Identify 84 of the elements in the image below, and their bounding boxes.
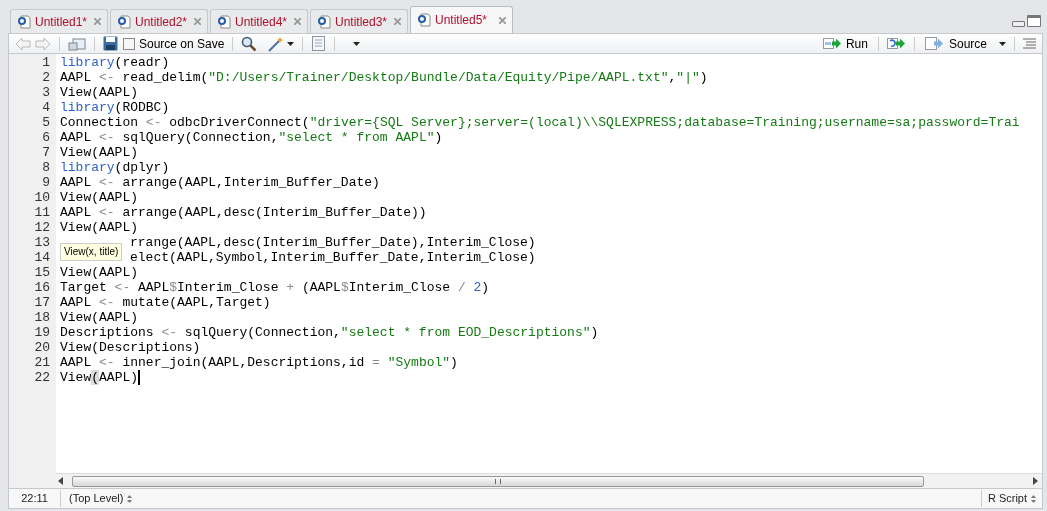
scroll-left-icon[interactable] — [56, 477, 66, 485]
save-icon[interactable] — [103, 36, 118, 51]
forward-arrow-icon[interactable] — [35, 36, 51, 51]
code-line: library(dplyr) — [60, 160, 170, 175]
line-number: 15 — [34, 265, 50, 280]
editor-tab[interactable]: Untitled3* — [310, 9, 408, 33]
code-line: AAPL <- sqlQuery(Connection,"select * from AAPL") — [60, 130, 443, 145]
close-icon[interactable] — [394, 18, 401, 25]
line-number: 21 — [34, 355, 50, 370]
run-button[interactable]: Run — [820, 34, 870, 53]
rerun-icon[interactable] — [886, 37, 906, 50]
code-line: AAPL <- read_delim("D:/Users/Trainer/Desktop/Bundle/Data/Equity/Pipe/AAPL.txt","|") — [60, 70, 708, 85]
outline-icon[interactable] — [1023, 38, 1036, 49]
close-icon[interactable] — [294, 18, 301, 25]
code-line: Connection <- odbcDriverConnect("driver={SQL Server};server=(local)\\SQLEXPRESS;database=Training;username=sa;password=Trai — [60, 115, 1020, 130]
code-line: View(AAPL) — [60, 145, 138, 160]
line-number: 1 — [42, 55, 50, 70]
code-line: library(RODBC) — [60, 100, 170, 115]
r-file-icon — [217, 14, 231, 29]
line-number: 6 — [42, 130, 50, 145]
line-number: 4 — [42, 100, 50, 115]
line-number: 16 — [34, 280, 50, 295]
tooltip: View(x, title) — [60, 243, 123, 261]
source-arrow-icon — [924, 37, 945, 50]
code-line: Target <- AAPL$Interim_Close + (AAPL$Interim_Close / 2) — [60, 280, 490, 295]
code-line: AAPL <- inner_join(AAPL,Descriptions,id = "Symbol") — [60, 355, 458, 370]
dropdown-caret-icon[interactable] — [999, 41, 1006, 46]
back-arrow-icon[interactable] — [15, 36, 31, 51]
line-number: 17 — [34, 295, 50, 310]
line-number: 10 — [34, 190, 50, 205]
code-line: View(AAPL) — [60, 370, 139, 385]
dropdown-caret-icon[interactable] — [353, 41, 361, 46]
line-number: 3 — [42, 85, 50, 100]
line-number: 5 — [42, 115, 50, 130]
line-number: 14 — [34, 250, 50, 265]
line-number: 13 — [34, 235, 50, 250]
editor-tab[interactable]: Untitled5* — [410, 6, 513, 33]
r-file-icon — [417, 13, 431, 27]
code-line: rrange(AAPL,desc(Interim_Buffer_Date),Interim_Close) — [130, 235, 536, 250]
run-arrow-icon — [822, 37, 842, 50]
minimize-icon[interactable] — [1012, 21, 1025, 27]
search-icon[interactable] — [241, 35, 258, 52]
editor-tab[interactable]: Untitled2* — [110, 9, 208, 33]
code-line: View(AAPL) — [60, 85, 138, 100]
scroll-right-icon[interactable] — [1030, 477, 1040, 485]
scrollbar-thumb[interactable] — [72, 475, 924, 487]
line-number: 8 — [42, 160, 50, 175]
code-line: View(Descriptions) — [60, 340, 201, 355]
code-line: Descriptions <- sqlQuery(Connection,"select * from EOD_Descriptions") — [60, 325, 599, 340]
window-icon[interactable] — [68, 36, 86, 51]
line-number: 2 — [42, 70, 50, 85]
line-number: 12 — [34, 220, 50, 235]
line-number: 9 — [42, 175, 50, 190]
code-line: View(AAPL) — [60, 265, 138, 280]
code-line: View(AAPL) — [60, 220, 138, 235]
editor-tab[interactable]: Untitled1* — [10, 9, 108, 33]
code-line: View(AAPL) — [60, 310, 138, 325]
r-file-icon — [317, 14, 331, 29]
line-number: 11 — [34, 205, 50, 220]
line-number: 7 — [42, 145, 50, 160]
close-icon[interactable] — [94, 18, 101, 25]
horizontal-scrollbar[interactable] — [56, 473, 1042, 488]
close-icon[interactable] — [194, 18, 201, 25]
code-line: AAPL <- arrange(AAPL,desc(Interim_Buffer_Date)) — [60, 205, 427, 220]
code-line: elect(AAPL,Symbol,Interim_Buffer_Date,Interim_Close) — [130, 250, 536, 265]
maximize-icon[interactable] — [1027, 15, 1041, 27]
editor-tab[interactable]: Untitled4* — [210, 9, 308, 33]
r-file-icon — [17, 14, 31, 29]
notebook-icon[interactable] — [311, 36, 327, 51]
source-button[interactable]: Source — [922, 34, 989, 53]
code-line: library(readr) — [60, 55, 170, 70]
line-number: 22 — [34, 370, 50, 385]
magic-wand-icon[interactable] — [267, 35, 285, 52]
checkbox-label[interactable]: Source on Save — [139, 34, 225, 53]
code-line: AAPL <- arrange(AAPL,Interim_Buffer_Date) — [60, 175, 380, 190]
r-file-icon — [117, 14, 131, 29]
line-number: 19 — [34, 325, 50, 340]
code-line: AAPL <- mutate(AAPL,Target) — [60, 295, 271, 310]
checkbox[interactable] — [123, 37, 135, 50]
line-number: 20 — [34, 340, 50, 355]
dropdown-caret-icon[interactable] — [287, 41, 295, 46]
close-icon[interactable] — [499, 16, 506, 24]
line-number: 18 — [34, 310, 50, 325]
code-line: View(AAPL) — [60, 190, 138, 205]
